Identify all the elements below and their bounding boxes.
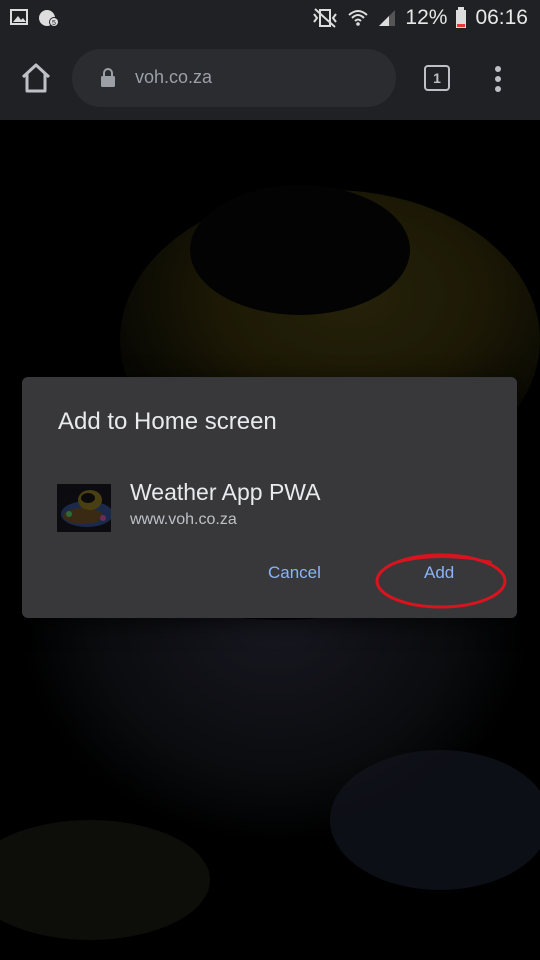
clock: 06:16 [475, 6, 528, 29]
cancel-button[interactable]: Cancel [268, 563, 321, 583]
home-icon[interactable] [18, 60, 54, 96]
gallery-icon [10, 9, 28, 25]
signal-icon [379, 10, 396, 26]
whatsapp-icon: 5 [39, 10, 59, 27]
wifi-icon [348, 10, 369, 26]
address-bar[interactable]: voh.co.za [72, 49, 396, 107]
battery-icon [456, 7, 467, 28]
app-name: Weather App PWA [130, 479, 321, 505]
dialog-title: Add to Home screen [58, 408, 277, 435]
mute-vibrate-icon [313, 8, 338, 28]
more-vert-icon[interactable] [490, 64, 506, 96]
add-to-home-dialog: Add to Home screen Weather App PWA www.v… [22, 377, 517, 618]
url-text: voh.co.za [135, 67, 213, 87]
app-icon [57, 484, 111, 532]
add-button[interactable]: Add [424, 563, 454, 583]
battery-percent: 12% [405, 6, 448, 29]
status-bar: 5 12% 06:16 [0, 0, 540, 36]
lock-icon [101, 68, 115, 87]
browser-toolbar: voh.co.za 1 [0, 36, 540, 120]
svg-text:5: 5 [52, 20, 56, 27]
app-url: www.voh.co.za [130, 511, 237, 528]
tab-switcher-button[interactable]: 1 [424, 65, 450, 91]
